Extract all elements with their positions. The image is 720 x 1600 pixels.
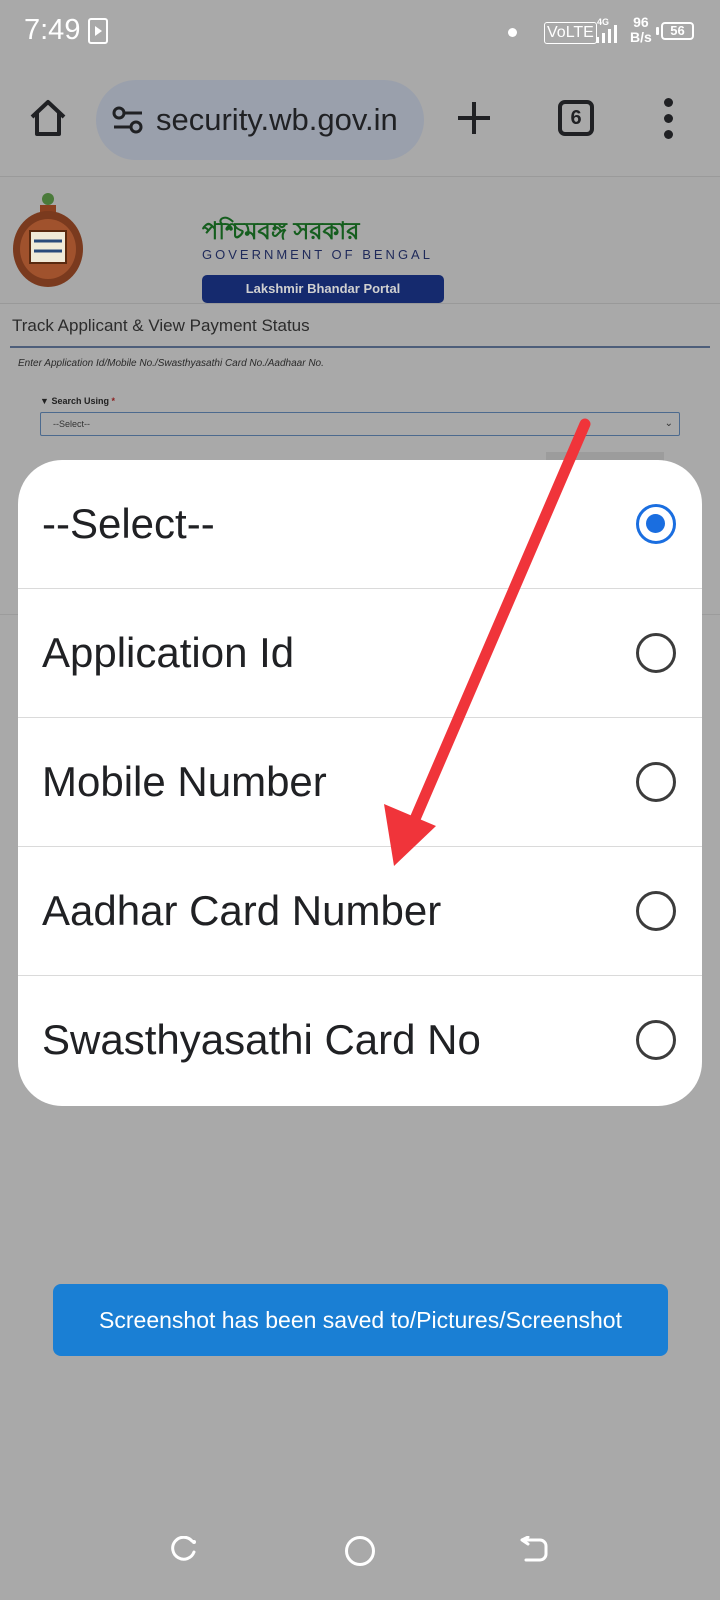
radio-icon[interactable] [636,633,676,673]
screenshot-saved-toast: Screenshot has been saved to/Pictures/Sc… [53,1284,668,1356]
url-bar[interactable]: security.wb.gov.in [96,80,424,160]
lakshmir-bhandar-logo [13,193,83,287]
signal-icon: 4G [596,17,617,43]
site-settings-icon[interactable] [112,106,144,134]
filter-icon: ▼ [40,396,49,406]
radio-icon[interactable] [636,891,676,931]
required-marker: * [111,396,115,406]
site-header: পশ্চিমবঙ্গ সরকার GOVERNMENT OF BENGAL La… [0,176,720,304]
net-speed-value: 96 [633,14,649,30]
search-using-text: Search Using [51,396,109,406]
search-hint: Enter Application Id/Mobile No./Swasthya… [18,358,324,369]
page-title: Track Applicant & View Payment Status [12,316,310,335]
option-application-id[interactable]: Application Id [18,589,702,718]
select-options-dialog: --Select-- Application Id Mobile Number … [18,460,702,1106]
status-bar: 7:49 VoLTE 4G 96 B/s 56 [0,0,720,66]
battery-icon: 56 [656,22,694,40]
browser-toolbar: security.wb.gov.in 6 [0,66,720,176]
option-swasthyasathi-card-no[interactable]: Swasthyasathi Card No [18,976,702,1105]
search-using-label: ▼ Search Using * [40,396,115,406]
chevron-down-icon: ⌄ [664,418,673,429]
option-aadhar-card-number[interactable]: Aadhar Card Number [18,847,702,976]
net-speed-unit: B/s [630,29,652,45]
gov-name-english: GOVERNMENT OF BENGAL [202,247,433,262]
home-icon[interactable] [28,98,68,138]
status-time: 7:49 [24,14,81,46]
tab-switcher-button[interactable]: 6 [558,100,594,136]
portal-button[interactable]: Lakshmir Bhandar Portal [202,275,444,303]
radio-icon[interactable] [636,762,676,802]
search-using-select[interactable]: --Select-- ⌄ [40,412,680,436]
notification-dot-icon [508,28,517,37]
option-select[interactable]: --Select-- [18,460,702,589]
volte-badge: VoLTE [544,22,597,44]
net-speed: 96 B/s [630,15,652,45]
url-text: security.wb.gov.in [156,102,398,137]
system-navigation-bar [0,1500,720,1600]
new-tab-icon[interactable] [456,100,492,136]
back-icon[interactable] [520,1536,548,1564]
home-nav-icon[interactable] [345,1536,375,1566]
option-mobile-number[interactable]: Mobile Number [18,718,702,847]
recents-icon[interactable] [170,1536,198,1564]
network-type-label: 4G [597,17,609,27]
option-label: Aadhar Card Number [42,887,442,934]
radio-icon[interactable] [636,1020,676,1060]
title-divider [10,346,710,348]
search-select-value: --Select-- [53,419,91,429]
option-label: --Select-- [42,500,215,547]
more-menu-icon[interactable] [664,98,674,140]
radio-selected-icon[interactable] [636,504,676,544]
screen-record-icon [88,18,108,44]
option-label: Application Id [42,629,295,676]
option-label: Swasthyasathi Card No [42,1016,481,1063]
option-label: Mobile Number [42,758,327,805]
